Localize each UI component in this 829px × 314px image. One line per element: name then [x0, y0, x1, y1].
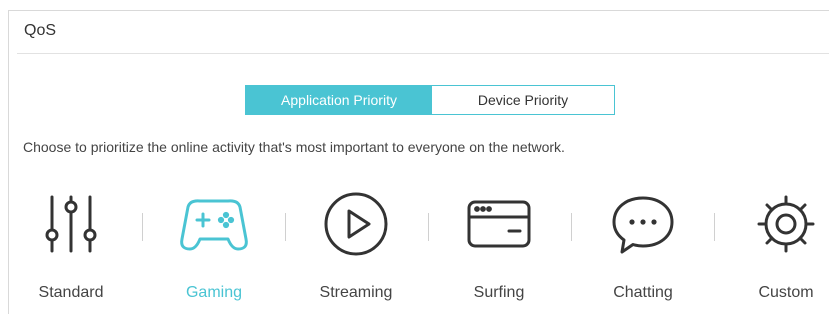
panel-title: QoS: [24, 22, 57, 39]
chat-bubble-icon: [583, 189, 703, 259]
option-label: Surfing: [473, 284, 525, 301]
option-label: Gaming: [185, 284, 243, 301]
priority-tab-switch: Application Priority Device Priority: [245, 85, 615, 115]
option-streaming[interactable]: Streaming: [296, 189, 416, 309]
option-surfing[interactable]: Surfing: [439, 189, 559, 309]
option-custom[interactable]: Custom: [726, 189, 829, 309]
sliders-icon: [11, 189, 131, 259]
qos-panel: QoS Application Priority Device Priority…: [8, 10, 829, 314]
title-divider: [17, 53, 829, 54]
option-gaming[interactable]: Gaming: [154, 189, 274, 309]
browser-window-icon: [439, 189, 559, 259]
option-label: Chatting: [613, 284, 673, 301]
option-label: Streaming: [319, 284, 393, 301]
description-text: Choose to prioritize the online activity…: [23, 139, 565, 155]
play-icon: [296, 189, 416, 259]
priority-options: Standard Gaming Streaming Surfing Chatti…: [9, 189, 829, 314]
gamepad-icon: [154, 189, 274, 259]
option-label: Custom: [758, 284, 814, 301]
separator: [714, 213, 715, 241]
gear-icon: [726, 189, 829, 259]
tab-application-priority[interactable]: Application Priority: [246, 86, 432, 114]
separator: [428, 213, 429, 241]
separator: [571, 213, 572, 241]
separator: [285, 213, 286, 241]
option-standard[interactable]: Standard: [11, 189, 131, 309]
option-label: Standard: [38, 284, 104, 301]
separator: [142, 213, 143, 241]
tab-device-priority[interactable]: Device Priority: [432, 86, 614, 114]
option-chatting[interactable]: Chatting: [583, 189, 703, 309]
